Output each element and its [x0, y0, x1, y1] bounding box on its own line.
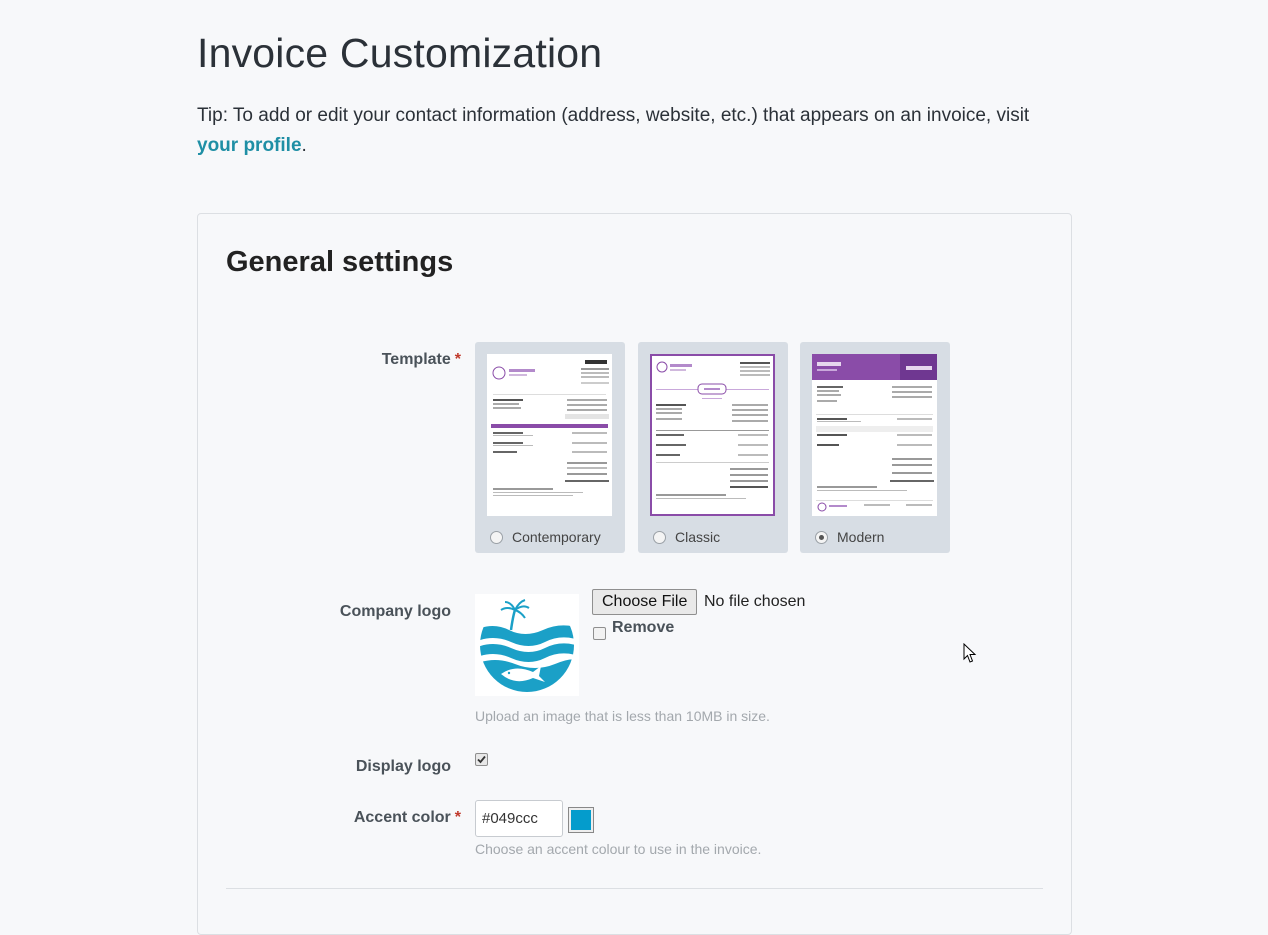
logo-help-text: Upload an image that is less than 10MB i… [475, 708, 770, 724]
page-title: Invoice Customization [197, 30, 603, 76]
template-radio-modern[interactable]: Modern [815, 529, 884, 545]
template-label-text: Template [381, 351, 451, 368]
display-logo-label: Display logo [355, 758, 451, 775]
general-settings-panel: General settings Template * Contemporary… [197, 213, 1072, 935]
template-option-label: Contemporary [512, 529, 601, 545]
tip-text: Tip: To add or edit your contact informa… [197, 101, 1097, 161]
required-mark: * [454, 351, 461, 368]
display-logo-checkbox[interactable] [475, 753, 488, 766]
accent-color-label-text: Accent color [353, 809, 451, 826]
template-option-label: Classic [675, 529, 721, 545]
company-logo-label: Company logo [339, 603, 451, 620]
tip-prefix: Tip: To add or edit your contact informa… [197, 105, 1030, 126]
accent-help-text: Choose an accent colour to use in the in… [475, 841, 762, 857]
mouse-cursor-icon [963, 643, 977, 663]
file-status: No file chosen [704, 593, 806, 610]
radio-icon[interactable] [653, 530, 666, 544]
remove-logo-checkbox[interactable] [593, 627, 606, 640]
tip-suffix: . [301, 135, 307, 156]
template-option-contemporary[interactable]: Contemporary [475, 342, 625, 553]
contemporary-preview-image [487, 354, 612, 516]
template-option-classic[interactable]: Classic [638, 342, 788, 553]
template-label: Template * [208, 351, 461, 369]
accent-color-preview [571, 810, 591, 830]
remove-logo-label: Remove [612, 619, 675, 636]
required-mark: * [454, 809, 461, 826]
accent-color-input[interactable] [475, 800, 563, 837]
profile-link[interactable]: your profile [197, 135, 302, 156]
radio-icon[interactable] [490, 530, 503, 544]
accent-color-label: Accent color * [208, 809, 461, 827]
section-title: General settings [226, 246, 454, 278]
template-option-modern[interactable]: Modern [800, 342, 950, 553]
template-radio-classic[interactable]: Classic [653, 529, 720, 545]
accent-color-swatch[interactable] [568, 807, 594, 833]
checkmark-icon [477, 755, 486, 764]
choose-file-button[interactable]: Choose File [592, 589, 698, 615]
section-divider [226, 888, 1043, 889]
company-logo-image [475, 594, 579, 696]
modern-preview-image [812, 354, 937, 516]
radio-icon[interactable] [815, 530, 828, 544]
classic-preview-image [650, 354, 775, 516]
template-option-label: Modern [837, 529, 885, 545]
template-radio-contemporary[interactable]: Contemporary [490, 529, 601, 545]
